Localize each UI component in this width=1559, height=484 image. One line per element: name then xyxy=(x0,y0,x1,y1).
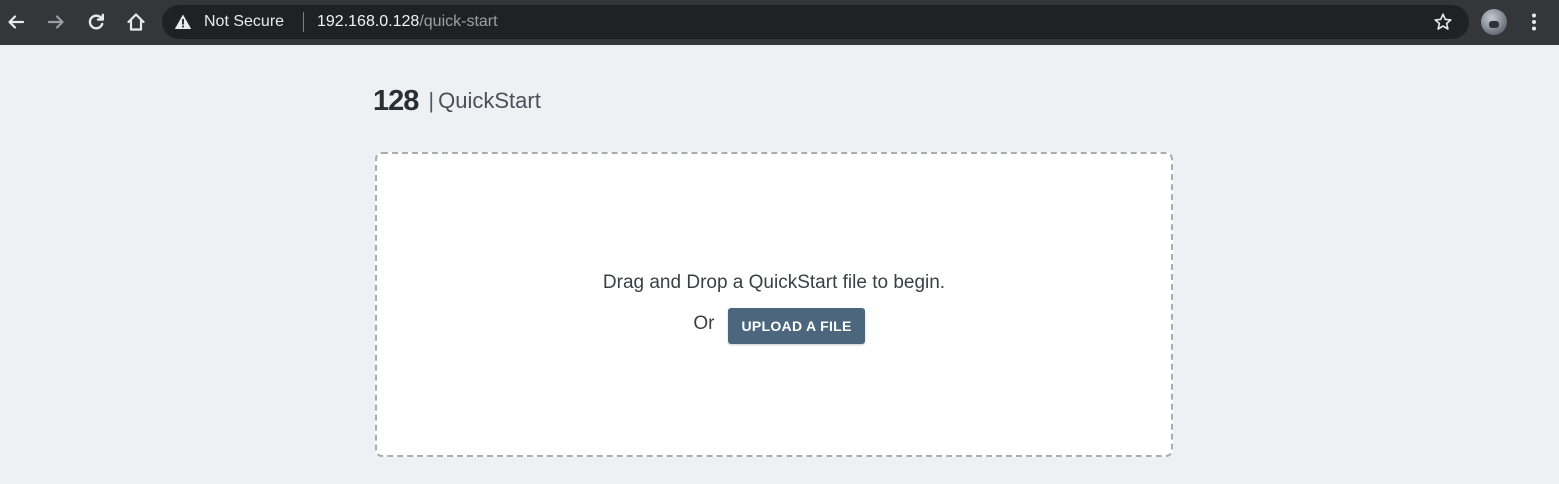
page-title: QuickStart xyxy=(438,88,541,113)
avatar[interactable] xyxy=(1481,9,1507,35)
dropzone-prompt: Drag and Drop a QuickStart file to begin… xyxy=(602,272,946,293)
reload-button[interactable] xyxy=(83,9,109,35)
warning-triangle-icon xyxy=(174,14,192,29)
upload-file-button[interactable]: UPLOAD A FILE xyxy=(728,308,865,344)
forward-arrow-icon xyxy=(47,15,64,29)
url-text[interactable]: 192.168.0.128/quick-start xyxy=(317,13,498,31)
upload-row: Or UPLOAD A FILE xyxy=(377,308,1171,344)
file-dropzone[interactable]: Drag and Drop a QuickStart file to begin… xyxy=(375,152,1173,457)
home-button[interactable] xyxy=(123,9,149,35)
reload-icon xyxy=(88,13,104,30)
forward-button[interactable] xyxy=(43,9,69,35)
url-path: /quick-start xyxy=(419,13,498,30)
avatar-detail xyxy=(1489,21,1499,28)
or-label: Or xyxy=(693,313,715,334)
star-icon[interactable] xyxy=(1433,12,1453,32)
page-header: 128 | QuickStart xyxy=(373,84,541,118)
security-indicator[interactable]: Not Secure xyxy=(204,13,284,31)
address-divider xyxy=(303,12,304,32)
browser-menu-button[interactable] xyxy=(1523,9,1545,35)
brand-logo: 128 xyxy=(373,84,419,117)
home-icon xyxy=(127,13,145,31)
back-arrow-icon xyxy=(8,15,25,29)
url-host: 192.168.0.128 xyxy=(317,13,420,30)
kebab-menu-icon xyxy=(1532,13,1536,31)
address-bar[interactable]: Not Secure 192.168.0.128/quick-start xyxy=(162,5,1469,39)
browser-toolbar: Not Secure 192.168.0.128/quick-start xyxy=(0,0,1559,45)
header-separator: | xyxy=(428,88,435,113)
back-button[interactable] xyxy=(3,9,29,35)
